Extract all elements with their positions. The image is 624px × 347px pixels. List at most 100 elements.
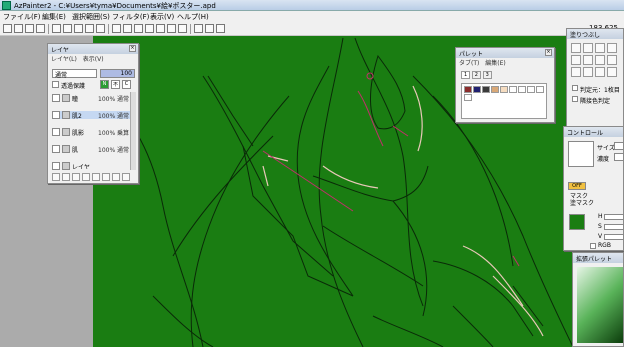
layer-row[interactable]: 瞳 100% 通常 <box>52 94 134 103</box>
blend-mode-select[interactable]: 通常 <box>52 69 97 79</box>
tab-palette-tab[interactable]: タブ(T) <box>459 60 479 67</box>
zoom-in-icon[interactable] <box>145 24 154 33</box>
layer-row[interactable]: 肌影 100% 乗算 <box>52 128 134 137</box>
hue-slider[interactable] <box>604 214 624 220</box>
brush-tool-icon[interactable] <box>583 43 593 53</box>
saturation-slider[interactable] <box>604 224 624 230</box>
option-checkbox[interactable] <box>572 96 578 102</box>
layer-menu-icon[interactable] <box>122 173 130 181</box>
close-icon[interactable]: × <box>545 49 552 56</box>
palette-subtab[interactable]: 2 <box>471 71 481 79</box>
color-icon[interactable] <box>85 24 94 33</box>
density-input[interactable] <box>614 153 624 161</box>
airbrush-tool-icon[interactable] <box>595 43 605 53</box>
layer-panel-titlebar[interactable]: レイヤ × <box>48 44 138 54</box>
canvas-size-icon[interactable] <box>112 24 121 33</box>
palette-swatch[interactable] <box>473 86 481 93</box>
pen-tool-icon[interactable] <box>571 43 581 53</box>
rotate-icon[interactable] <box>134 24 143 33</box>
select-tool-icon[interactable] <box>595 55 605 65</box>
color-gradient-field[interactable] <box>577 267 623 343</box>
move-tool-icon[interactable] <box>607 55 617 65</box>
clip-button[interactable]: C <box>122 80 131 89</box>
rotate-view-icon[interactable] <box>216 24 225 33</box>
rgb-checkbox[interactable] <box>590 243 596 249</box>
save-as-icon[interactable] <box>36 24 45 33</box>
palette-grid[interactable] <box>461 83 547 119</box>
new-file-icon[interactable] <box>3 24 12 33</box>
eye-icon[interactable] <box>52 128 60 136</box>
move-down-icon[interactable] <box>102 173 110 181</box>
opacity-slider[interactable]: 100 <box>100 69 135 78</box>
palette-swatch[interactable] <box>509 86 517 93</box>
fill-tool-icon[interactable] <box>583 55 593 65</box>
tab-layer[interactable]: レイヤ(L) <box>51 56 77 63</box>
eye-icon[interactable] <box>52 145 60 153</box>
expanded-palette-title: 拡張パレット <box>576 256 613 263</box>
option-checkbox[interactable] <box>572 85 578 91</box>
layer-row[interactable]: 肌 100% 通常 <box>52 145 134 154</box>
open-file-icon[interactable] <box>14 24 23 33</box>
palette-swatch[interactable] <box>518 86 526 93</box>
tab-view[interactable]: 表示(V) <box>83 56 104 63</box>
normal-button[interactable]: N <box>100 80 109 89</box>
palette-subtab[interactable]: 1 <box>461 71 471 79</box>
layer-icon[interactable] <box>52 24 61 33</box>
eye-icon[interactable] <box>52 162 60 170</box>
layer-scrollbar[interactable] <box>130 92 136 170</box>
eye-icon[interactable] <box>52 111 60 119</box>
move-up-icon[interactable] <box>92 173 100 181</box>
new-layer-icon[interactable] <box>52 173 60 181</box>
copy-layer-icon[interactable] <box>62 173 70 181</box>
layer-row[interactable]: レイヤ <box>52 162 134 171</box>
save-icon[interactable] <box>25 24 34 33</box>
palette-subtab[interactable]: 3 <box>482 71 492 79</box>
menu-filter[interactable]: フィルタ(F) <box>112 12 149 22</box>
control-panel-titlebar[interactable]: コントロール <box>564 127 623 137</box>
tab-palette-edit[interactable]: 編集(E) <box>485 60 505 67</box>
menu-select[interactable]: 選択範囲(S) <box>72 12 110 22</box>
close-icon[interactable]: × <box>129 45 136 52</box>
menu-view[interactable]: 表示(V) <box>150 12 174 22</box>
zoom-out-icon[interactable] <box>156 24 165 33</box>
palette-swatch[interactable] <box>536 86 544 93</box>
options-icon[interactable] <box>96 24 105 33</box>
pencil-tool-icon[interactable] <box>607 43 617 53</box>
palette-swatch[interactable] <box>527 86 535 93</box>
palette-swatch[interactable] <box>464 94 472 101</box>
fit-icon[interactable] <box>178 24 187 33</box>
zoom-reset-icon[interactable] <box>167 24 176 33</box>
delete-layer-icon[interactable] <box>72 173 80 181</box>
palette-panel-titlebar[interactable]: パレット × <box>456 48 554 58</box>
brush-preview <box>568 141 594 167</box>
menu-help[interactable]: ヘルプ(H) <box>177 12 209 22</box>
palette-swatch[interactable] <box>500 86 508 93</box>
lock-transparency-checkbox[interactable] <box>52 81 59 88</box>
tool-panel-titlebar[interactable]: 塗りつぶし <box>567 29 623 39</box>
menu-file[interactable]: ファイル(F) <box>3 12 41 22</box>
palette-swatch[interactable] <box>464 86 472 93</box>
eye-icon[interactable] <box>52 94 60 102</box>
menu-edit[interactable]: 編集(E) <box>42 12 66 22</box>
eraser-tool-icon[interactable] <box>571 55 581 65</box>
undo-icon[interactable] <box>194 24 203 33</box>
expanded-palette-titlebar[interactable]: 拡張パレット <box>573 253 623 263</box>
layer-row[interactable]: 肌2 100% 通常 <box>52 111 134 120</box>
text-tool-icon[interactable] <box>571 67 581 77</box>
eyedropper-tool-icon[interactable] <box>583 67 593 77</box>
layer-properties-icon[interactable] <box>112 173 120 181</box>
redo-icon[interactable] <box>205 24 214 33</box>
palette-swatch[interactable] <box>491 86 499 93</box>
foreground-color-swatch[interactable] <box>569 214 585 230</box>
stamp-tool-icon[interactable] <box>607 67 617 77</box>
gradient-tool-icon[interactable] <box>595 67 605 77</box>
tool-icon[interactable] <box>74 24 83 33</box>
size-input[interactable] <box>614 142 624 150</box>
merge-layer-icon[interactable] <box>82 173 90 181</box>
opacity-button[interactable]: 不 <box>111 80 120 89</box>
mask-off-button[interactable]: OFF <box>568 182 586 190</box>
palette-icon[interactable] <box>63 24 72 33</box>
flip-icon[interactable] <box>123 24 132 33</box>
palette-swatch[interactable] <box>482 86 490 93</box>
value-slider[interactable] <box>604 234 624 240</box>
